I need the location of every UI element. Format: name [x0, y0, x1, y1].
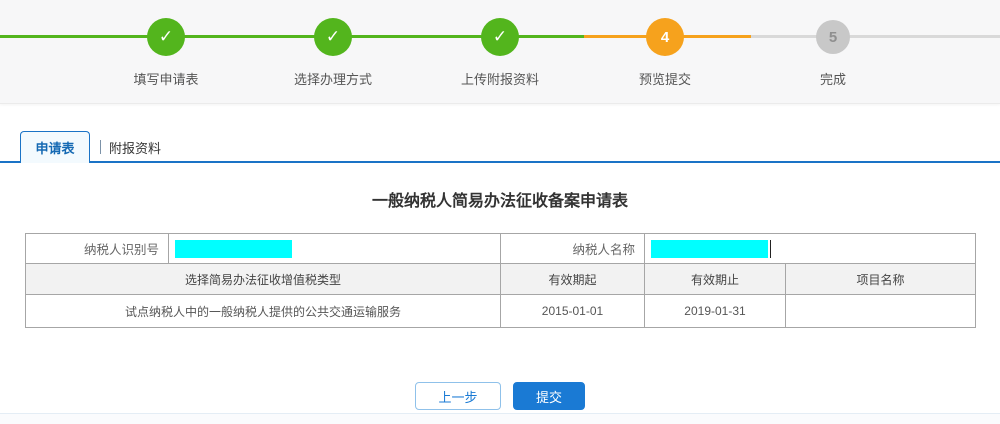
cell-vat-type: 试点纳税人中的一般纳税人提供的公共交通运输服务	[25, 294, 501, 328]
taxpayer-name-value	[644, 233, 976, 264]
tab-application-form-label: 申请表	[35, 141, 75, 156]
taxpayer-name-redaction	[651, 239, 768, 258]
step-3-circle: ✓	[481, 18, 519, 56]
step-5-circle: 5	[816, 20, 850, 54]
step-5-number: 5	[828, 28, 838, 46]
tab-application-form[interactable]: 申请表	[20, 131, 90, 163]
step-4-circle: 4	[646, 18, 684, 56]
tab-divider	[100, 140, 101, 154]
taxpayer-info-row: 纳税人识别号 纳税人名称	[25, 233, 976, 264]
header-valid-from: 有效期起	[500, 263, 645, 295]
step-5-label: 完成	[819, 72, 846, 87]
submit-button[interactable]: 提交	[513, 382, 585, 410]
step-4-label: 预览提交	[638, 72, 691, 87]
text-cursor	[770, 239, 771, 258]
progress-line-pending	[751, 35, 1000, 38]
cell-project-name	[785, 294, 976, 328]
cell-valid-from: 2015-01-01	[500, 294, 645, 328]
table-data-row: 试点纳税人中的一般纳税人提供的公共交通运输服务 2015-01-01 2019-…	[25, 294, 976, 328]
header-valid-to: 有效期止	[644, 263, 786, 295]
taxpayer-id-label: 纳税人识别号	[25, 233, 169, 264]
step-2-circle: ✓	[314, 18, 352, 56]
page-title: 一般纳税人简易办法征收备案申请表	[371, 193, 628, 210]
button-row: 上一步 提交	[0, 382, 1000, 410]
tab-attached-materials[interactable]: 附报资料	[100, 137, 161, 157]
check-icon: ✓	[325, 27, 341, 46]
check-icon: ✓	[492, 27, 508, 46]
step-1-label: 填写申请表	[133, 72, 199, 87]
step-4-number: 4	[660, 28, 670, 46]
taxpayer-id-redaction	[175, 239, 292, 258]
application-table: 纳税人识别号 纳税人名称 选择简易办法征收增值税类型 有效期起 有效期止 项目名…	[25, 233, 976, 328]
header-vat-type: 选择简易办法征收增值税类型	[25, 263, 501, 295]
footer-strip	[0, 413, 1000, 424]
header-project-name: 项目名称	[785, 263, 976, 295]
check-icon: ✓	[158, 27, 174, 46]
tab-underline	[0, 161, 1000, 163]
taxpayer-id-value	[168, 233, 501, 264]
step-2-label: 选择办理方式	[293, 72, 372, 87]
table-header-row: 选择简易办法征收增值税类型 有效期起 有效期止 项目名称	[25, 263, 976, 295]
page: ✓ ✓ ✓ 4 5 填写申请表 选择办理方式 上传附报资料 预览提交 完成 申请…	[0, 0, 1000, 424]
step-1-circle: ✓	[147, 18, 185, 56]
tab-attached-materials-label: 附报资料	[109, 140, 162, 156]
step-3-label: 上传附报资料	[460, 72, 539, 87]
previous-step-button[interactable]: 上一步	[415, 382, 501, 410]
taxpayer-name-label: 纳税人名称	[500, 233, 645, 264]
cell-valid-to: 2019-01-31	[644, 294, 786, 328]
